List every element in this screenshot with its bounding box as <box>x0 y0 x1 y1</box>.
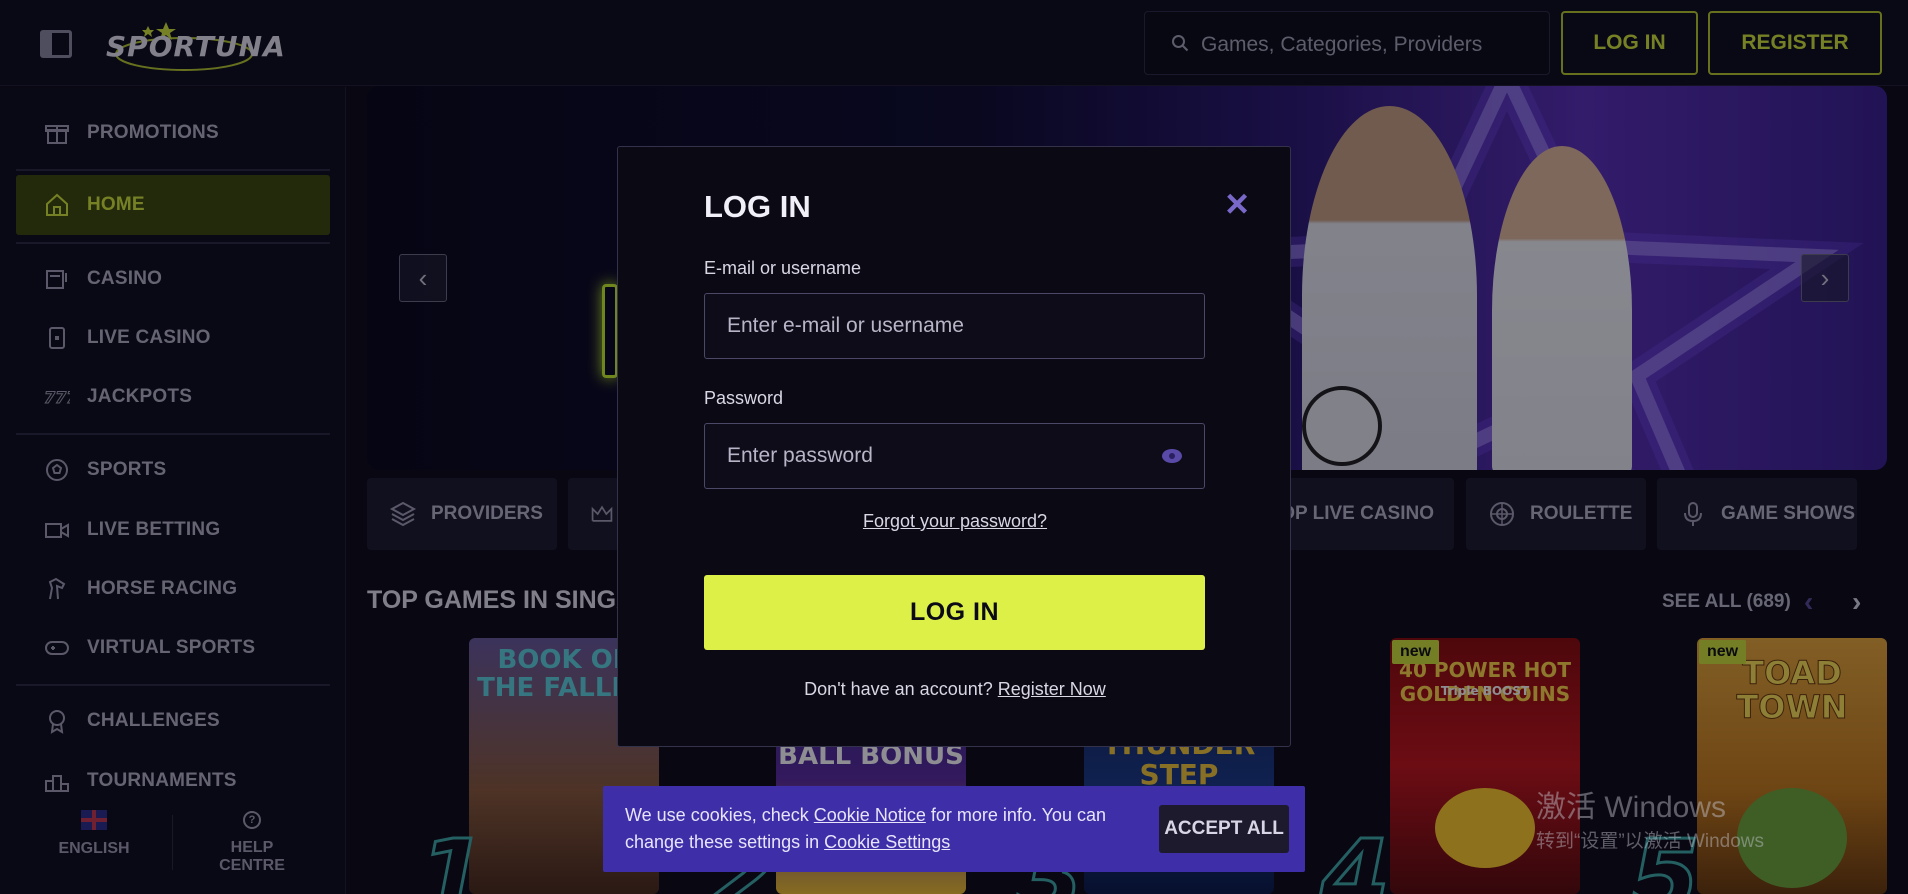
register-prompt: Don't have an account? Register Now <box>618 679 1292 700</box>
cookie-text: We use cookies, check Cookie Notice for … <box>625 802 1145 856</box>
password-label: Password <box>704 388 784 408</box>
email-field[interactable]: Enter e-mail or username <box>704 293 1205 359</box>
close-icon[interactable]: × <box>1220 184 1254 224</box>
cookie-banner: We use cookies, check Cookie Notice for … <box>603 786 1305 872</box>
password-field[interactable]: Enter password <box>704 423 1205 489</box>
login-submit-button[interactable]: LOG IN <box>704 575 1205 650</box>
cookie-settings-link[interactable]: Cookie Settings <box>824 832 950 852</box>
login-modal: LOG IN × E-mail or username Enter e-mail… <box>617 146 1291 747</box>
email-placeholder: Enter e-mail or username <box>727 314 964 337</box>
register-now-link[interactable]: Register Now <box>998 679 1106 699</box>
forgot-password-link[interactable]: Forgot your password? <box>618 511 1292 532</box>
windows-activation-watermark: 激活 Windows <box>1536 791 1727 824</box>
cookie-notice-link[interactable]: Cookie Notice <box>814 805 926 825</box>
cookie-text-part-1: We use cookies, check <box>625 805 809 825</box>
windows-activation-subtitle: 转到“设置”以激活 Windows <box>1536 831 1765 852</box>
modal-title: LOG IN <box>704 189 811 224</box>
password-placeholder: Enter password <box>727 444 873 467</box>
no-account-text: Don't have an account? <box>804 679 993 699</box>
accept-all-button[interactable]: ACCEPT ALL <box>1159 805 1289 853</box>
email-label: E-mail or username <box>704 258 862 278</box>
eye-icon[interactable] <box>1161 448 1183 464</box>
